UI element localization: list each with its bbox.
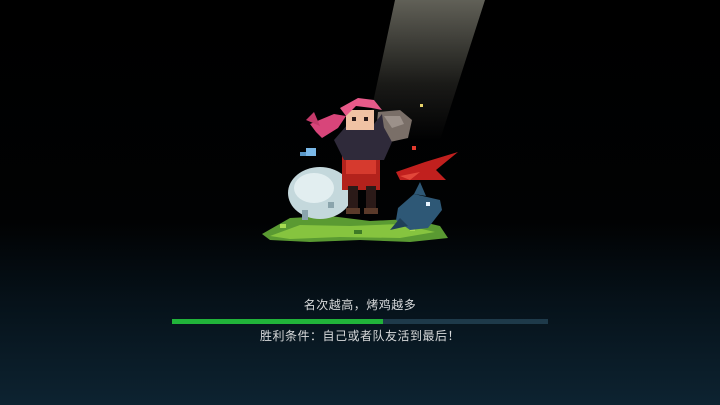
victory-condition-text: 胜利条件：自己或者队友活到最后！ [259,329,460,343]
loading-tip: 名次越高，烤鸡越多 [303,298,417,312]
loading-progress-fill [172,319,383,324]
character-illustration [250,90,470,250]
loading-screen: 名次越高，烤鸡越多 胜利条件：自己或者队友活到最后！ [0,0,720,405]
loading-progress-bar [172,319,548,324]
